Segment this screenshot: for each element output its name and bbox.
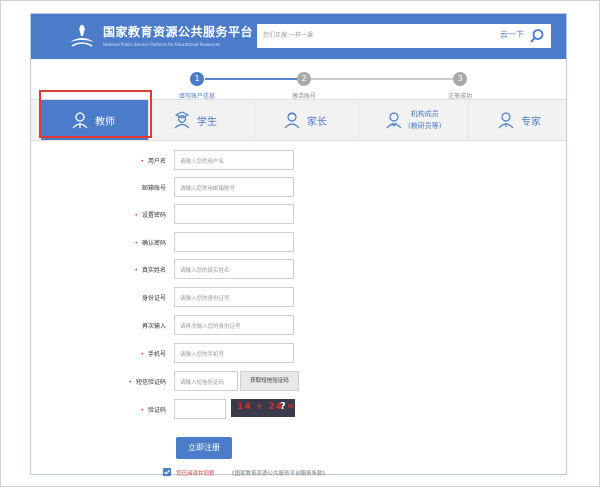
phone-label: • 手机号 [140,351,166,358]
step-2-marker: 2 [297,72,311,86]
tab-student[interactable]: 学生 [149,100,255,140]
site-header: 国家教育资源公共服务平台 National Public Service Pla… [31,14,566,59]
tab-expert-label: 专家 [521,117,541,128]
captcha-label: • 验证码 [140,407,166,414]
agree-text: 您已阅读并同意 [176,471,215,477]
tab-parent[interactable]: 家长 [255,100,359,140]
institution-icon [386,112,402,129]
registration-page: 国家教育资源公共服务平台 National Public Service Pla… [30,13,567,477]
password-label: • 设置密码 [134,212,166,219]
tab-institution-label-line2: (教研员等) [408,122,442,130]
tab-expert[interactable]: 专家 [469,100,566,140]
id-number-input[interactable]: 请输入您的身份证号 [174,287,294,307]
real-name-label: • 真实姓名 [134,267,166,274]
id-number-label: 身份证号 [141,295,166,302]
confirm-password-label: • 确认密码 [134,240,166,247]
username-row: • 用户名 请输入您的用户名 [31,150,566,170]
confirm-password-row: • 确认密码 [31,232,566,252]
search-box: 您们正搜:一样一课 云一下 [257,24,551,48]
parent-icon [284,112,300,129]
step-3-marker: 3 [453,72,467,86]
password-row: • 设置密码 [31,204,566,224]
required-mark: • [134,212,138,219]
tab-institution[interactable]: 机构成员 (教研员等) [359,100,469,140]
selected-role-highlight [39,90,152,138]
required-mark: • [134,240,138,247]
agree-checkbox-icon[interactable] [163,468,171,476]
step-connector [311,78,453,80]
step-connector [205,78,297,80]
sms-code-label: • 短信验证码 [128,379,166,386]
platform-subtitle: National Public Service Platform for Edu… [103,42,221,47]
captcha-text: 14 + 24 = [237,402,296,412]
tab-student-label: 学生 [197,117,217,128]
username-input[interactable]: 请输入您的用户名 [174,150,294,170]
registration-form: • 用户名 请输入您的用户名 邮箱账号 请输入您常用邮箱账号 • 设置密码 • 确认密… [31,147,566,477]
register-button[interactable]: 立即注册 [176,437,232,459]
id-confirm-row: 再次输入 请再次输入您的身份证号 [31,315,566,335]
email-label: 邮箱账号 [141,185,166,192]
tab-institution-label: 机构成员 (教研员等) [408,108,441,132]
email-input[interactable]: 请输入您常用邮箱账号 [174,177,294,197]
real-name-input[interactable]: 请输入您的真实姓名 [174,259,294,279]
required-mark: • [140,158,144,165]
tab-parent-label: 家长 [307,117,327,128]
required-mark: • [140,351,144,358]
required-mark: • [140,407,144,414]
username-label: • 用户名 [140,158,166,165]
confirm-password-input[interactable] [174,232,294,252]
id-confirm-label: 再次输入 [141,323,166,330]
real-name-row: • 真实姓名 请输入您的真实姓名 [31,259,566,279]
captcha-question-mark: ? [280,401,286,412]
required-mark: • [128,379,132,386]
required-mark: • [134,267,138,274]
search-button[interactable]: 云一下 [500,29,524,40]
password-input[interactable] [174,204,294,224]
captcha-row: • 验证码 14 + 24 = ? [31,399,566,419]
id-number-row: 身份证号 请输入您的身份证号 [31,287,566,307]
phone-input[interactable]: 请输入您的手机号 [174,343,294,363]
search-icon[interactable] [529,28,545,44]
platform-title[interactable]: 国家教育资源公共服务平台 [103,23,253,40]
search-input[interactable]: 您们正搜:一样一课 [263,30,313,39]
step-1-marker: 1 [190,72,204,86]
email-row: 邮箱账号 请输入您常用邮箱账号 [31,177,566,197]
get-sms-code-button[interactable]: 获取短信验证码 [240,371,299,391]
platform-logo-icon [70,25,94,47]
sms-code-row: • 短信验证码 请输入短信验证码 获取短信验证码 [31,371,566,391]
tab-institution-label-line1: 机构成员 [410,110,439,118]
terms-link[interactable]: 《国家教育资源公共服务平台服务条款》 [229,469,328,477]
captcha-image[interactable]: 14 + 24 = ? [231,399,295,417]
sms-code-input[interactable]: 请输入短信验证码 [174,371,238,391]
expert-icon [498,112,514,129]
phone-row: • 手机号 请输入您的手机号 [31,343,566,363]
student-icon [174,111,190,129]
captcha-input[interactable] [174,399,226,419]
id-confirm-input[interactable]: 请再次输入您的身份证号 [174,315,294,335]
